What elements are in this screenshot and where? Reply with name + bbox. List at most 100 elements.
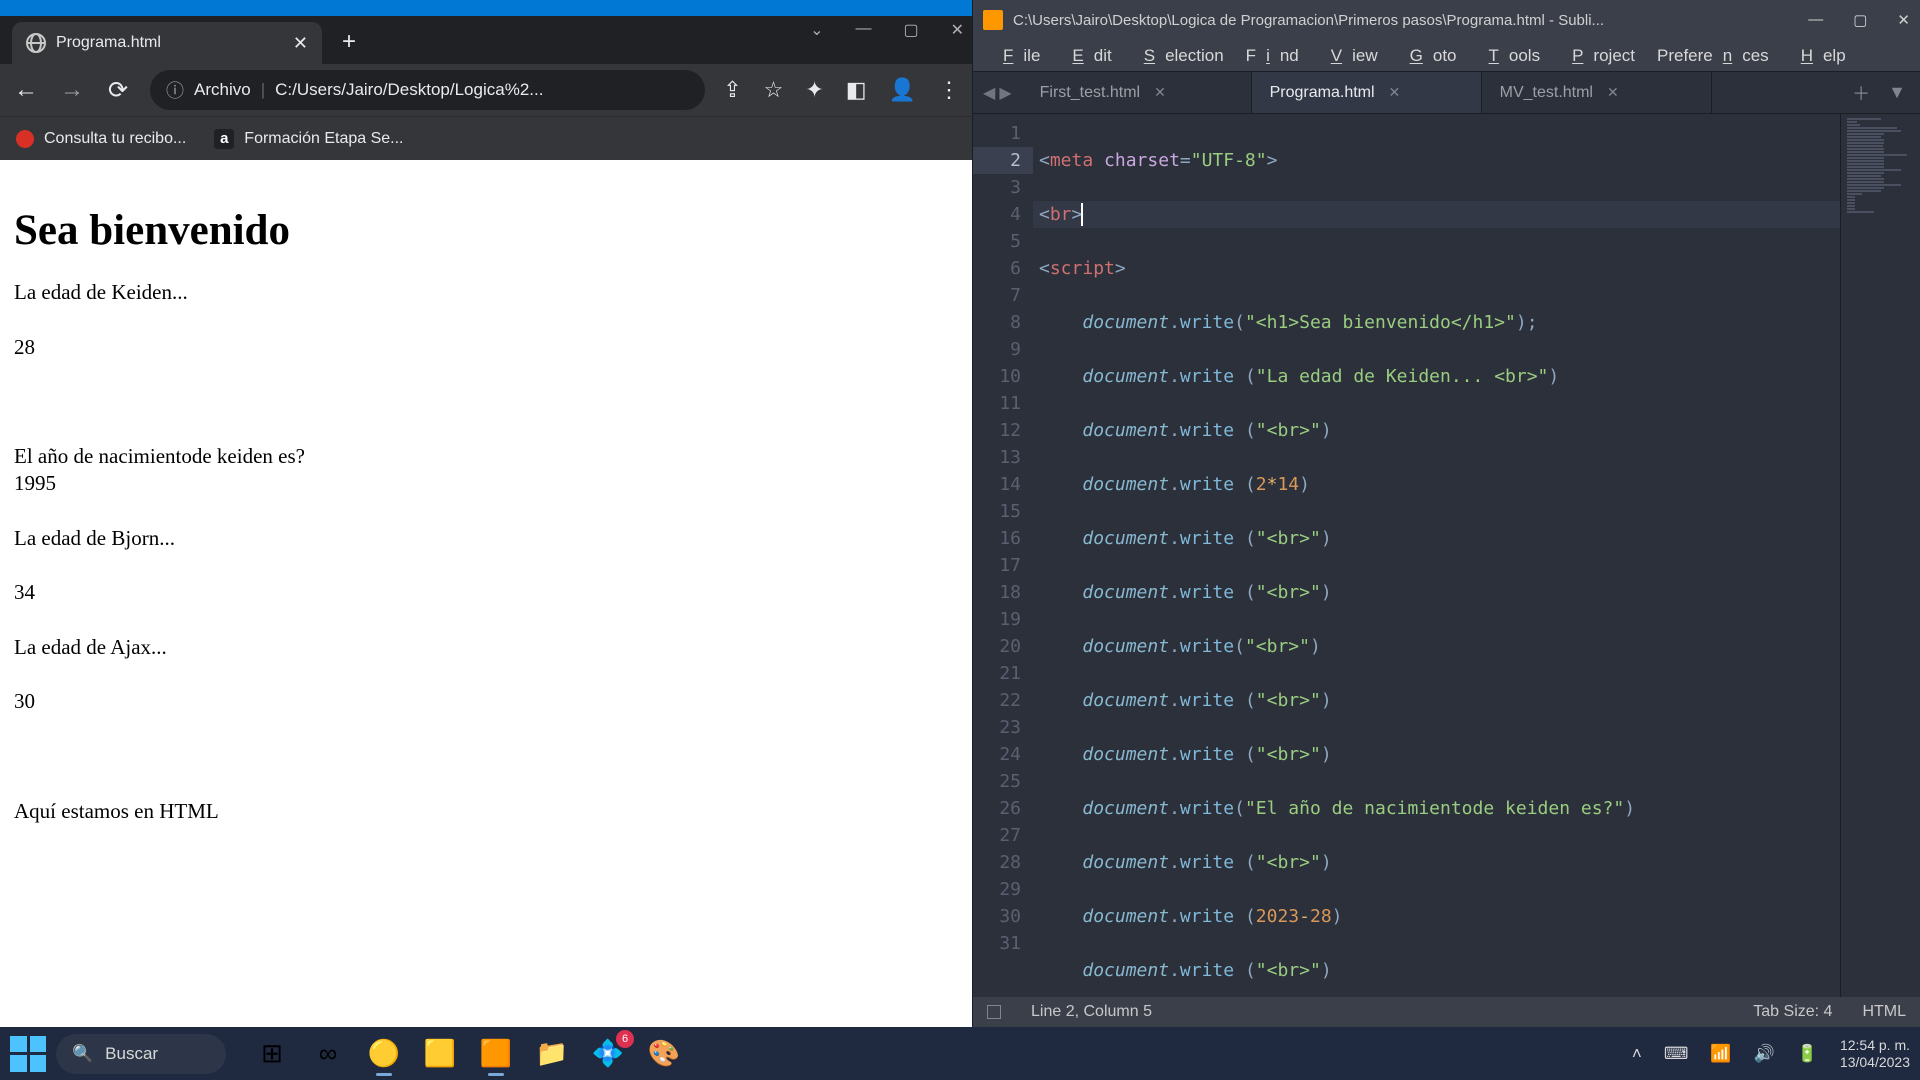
- new-tab-icon[interactable]: ＋: [1852, 80, 1870, 106]
- tab-back-icon[interactable]: ◀: [983, 83, 995, 103]
- page-text: La edad de Ajax...: [14, 634, 958, 661]
- new-tab-button[interactable]: +: [342, 28, 356, 56]
- back-button[interactable]: ←: [12, 76, 40, 104]
- forward-button[interactable]: →: [58, 76, 86, 104]
- menu-file[interactable]: File: [983, 42, 1050, 70]
- reload-button[interactable]: ⟳: [104, 76, 132, 105]
- sidepanel-icon[interactable]: ◧: [846, 77, 867, 103]
- bookmark-item[interactable]: Consulta tu recibo...: [16, 130, 186, 148]
- sublime-app-icon: [983, 10, 1003, 30]
- tab-close-icon[interactable]: ✕: [1607, 84, 1619, 101]
- bookmark-label: Consulta tu recibo...: [44, 130, 186, 148]
- volume-icon[interactable]: 🔊: [1754, 1044, 1775, 1064]
- status-panel-icon[interactable]: [987, 1005, 1001, 1019]
- close-icon[interactable]: ✕: [1897, 11, 1910, 29]
- page-text: La edad de Bjorn...: [14, 525, 958, 552]
- maximize-icon[interactable]: ▢: [903, 20, 918, 40]
- address-url: C:/Users/Jairo/Desktop/Logica%2...: [275, 80, 543, 100]
- sublime-tab-bar: ◀ ▶ First_test.html ✕ Programa.html ✕ MV…: [973, 72, 1920, 114]
- menu-project[interactable]: Project: [1552, 42, 1645, 70]
- tab-close-icon[interactable]: ✕: [1389, 84, 1401, 101]
- menu-icon[interactable]: ⋮: [938, 77, 960, 103]
- page-text: 28: [14, 334, 958, 361]
- file-explorer-icon[interactable]: 📁: [530, 1032, 574, 1076]
- page-text: El año de nacimientode keiden es?: [14, 443, 958, 470]
- profile-icon[interactable]: 👤: [889, 77, 916, 103]
- address-bar[interactable]: ⓘ Archivo | C:/Users/Jairo/Desktop/Logic…: [150, 70, 705, 110]
- page-text: 34: [14, 579, 958, 606]
- extensions-icon[interactable]: ✦: [805, 77, 823, 103]
- browser-tab[interactable]: Programa.html ✕: [12, 22, 322, 64]
- sublime-status-bar: Line 2, Column 5 Tab Size: 4 HTML: [973, 997, 1920, 1027]
- rendered-page: Sea bienvenido La edad de Keiden... 28 E…: [0, 160, 972, 1027]
- search-placeholder: Buscar: [105, 1044, 158, 1064]
- tab-close-icon[interactable]: ✕: [293, 33, 308, 54]
- system-tray: ˄ ⌨ 📶 🔊 🔋 12:54 p. m. 13/04/2023: [1632, 1037, 1910, 1071]
- sublime-title: C:\Users\Jairo\Desktop\Logica de Program…: [1013, 12, 1798, 29]
- minimize-icon[interactable]: —: [1808, 11, 1823, 29]
- menu-goto[interactable]: Goto: [1390, 42, 1467, 70]
- sublime-text-window: C:\Users\Jairo\Desktop\Logica de Program…: [972, 0, 1920, 1027]
- dropdown-icon[interactable]: ⌄: [810, 20, 823, 40]
- taskbar-clock[interactable]: 12:54 p. m. 13/04/2023: [1840, 1037, 1910, 1071]
- status-syntax[interactable]: HTML: [1862, 1003, 1906, 1021]
- sublime-icon[interactable]: 🟧: [474, 1032, 518, 1076]
- chrome-browser-window: Programa.html ✕ + ⌄ — ▢ ✕ ← → ⟳ ⓘ Archiv…: [0, 0, 972, 1027]
- line-number-gutter: 12345 678910 1112131415 1617181920 21222…: [973, 114, 1033, 997]
- taskbar-search[interactable]: 🔍 Buscar: [56, 1034, 226, 1074]
- globe-icon: [26, 33, 46, 53]
- minimap[interactable]: [1840, 114, 1920, 997]
- browser-titlebar: [0, 0, 972, 16]
- sticky-notes-icon[interactable]: 🟨: [418, 1032, 462, 1076]
- clock-date: 13/04/2023: [1840, 1054, 1910, 1071]
- browser-tab-strip: Programa.html ✕ + ⌄ — ▢ ✕: [0, 16, 972, 64]
- search-icon: 🔍: [72, 1044, 93, 1064]
- close-icon[interactable]: ✕: [951, 20, 964, 40]
- menu-preferences[interactable]: Preferences: [1647, 42, 1779, 70]
- editor-tab[interactable]: First_test.html ✕: [1022, 72, 1252, 113]
- sublime-titlebar: C:\Users\Jairo\Desktop\Logica de Program…: [973, 0, 1920, 40]
- sublime-menu-bar: File Edit Selection Find View Goto Tools…: [973, 40, 1920, 72]
- tray-chevron-icon[interactable]: ˄: [1632, 1044, 1642, 1064]
- paint-icon[interactable]: 🎨: [642, 1032, 686, 1076]
- share-icon[interactable]: ⇪: [723, 77, 741, 103]
- cortana-icon[interactable]: 💠6: [586, 1032, 630, 1076]
- chrome-icon[interactable]: 🟡: [362, 1032, 406, 1076]
- badge-count: 6: [616, 1030, 634, 1048]
- menu-selection[interactable]: Selection: [1124, 42, 1234, 70]
- editor-tab[interactable]: Programa.html ✕: [1252, 72, 1482, 113]
- bookmark-item[interactable]: a Formación Etapa Se...: [214, 129, 403, 149]
- editor-body: 12345 678910 1112131415 1617181920 21222…: [973, 114, 1920, 997]
- status-tab-size[interactable]: Tab Size: 4: [1753, 1003, 1832, 1021]
- visual-studio-icon[interactable]: ∞: [306, 1032, 350, 1076]
- menu-help[interactable]: Help: [1781, 42, 1856, 70]
- bookmark-favicon-icon: [16, 130, 34, 148]
- page-text: 1995: [14, 470, 958, 497]
- bookmarks-bar: Consulta tu recibo... a Formación Etapa …: [0, 116, 972, 160]
- taskbar-left: 🔍 Buscar ⊞ ∞ 🟡 🟨 🟧 📁 💠6 🎨: [10, 1032, 686, 1076]
- menu-view[interactable]: View: [1311, 42, 1388, 70]
- menu-tools[interactable]: Tools: [1469, 42, 1551, 70]
- bookmark-favicon-icon: a: [214, 129, 234, 149]
- browser-toolbar: ← → ⟳ ⓘ Archivo | C:/Users/Jairo/Desktop…: [0, 64, 972, 116]
- tab-dropdown-icon[interactable]: ▼: [1888, 82, 1906, 103]
- start-button[interactable]: [10, 1036, 46, 1072]
- code-editor[interactable]: <meta charset="UTF-8"> <br> <script> doc…: [1033, 114, 1840, 997]
- wifi-icon[interactable]: 📶: [1710, 1044, 1731, 1064]
- status-cursor-position: Line 2, Column 5: [1031, 1003, 1152, 1021]
- keyboard-icon[interactable]: ⌨: [1664, 1044, 1689, 1064]
- menu-edit[interactable]: Edit: [1052, 42, 1121, 70]
- minimize-icon[interactable]: —: [855, 20, 871, 40]
- taskview-icon[interactable]: ⊞: [250, 1032, 294, 1076]
- bookmark-star-icon[interactable]: ☆: [764, 77, 784, 103]
- tab-forward-icon[interactable]: ▶: [999, 83, 1011, 103]
- editor-tab[interactable]: MV_test.html ✕: [1482, 72, 1712, 113]
- site-info-icon[interactable]: ⓘ: [166, 77, 184, 103]
- maximize-icon[interactable]: ▢: [1853, 11, 1867, 29]
- tab-title: Programa.html: [56, 34, 283, 52]
- sublime-window-controls: — ▢ ✕: [1808, 11, 1910, 29]
- battery-icon[interactable]: 🔋: [1797, 1044, 1818, 1064]
- tab-close-icon[interactable]: ✕: [1154, 84, 1166, 101]
- menu-find[interactable]: Find: [1236, 42, 1309, 70]
- editor-tab-label: First_test.html: [1040, 84, 1140, 102]
